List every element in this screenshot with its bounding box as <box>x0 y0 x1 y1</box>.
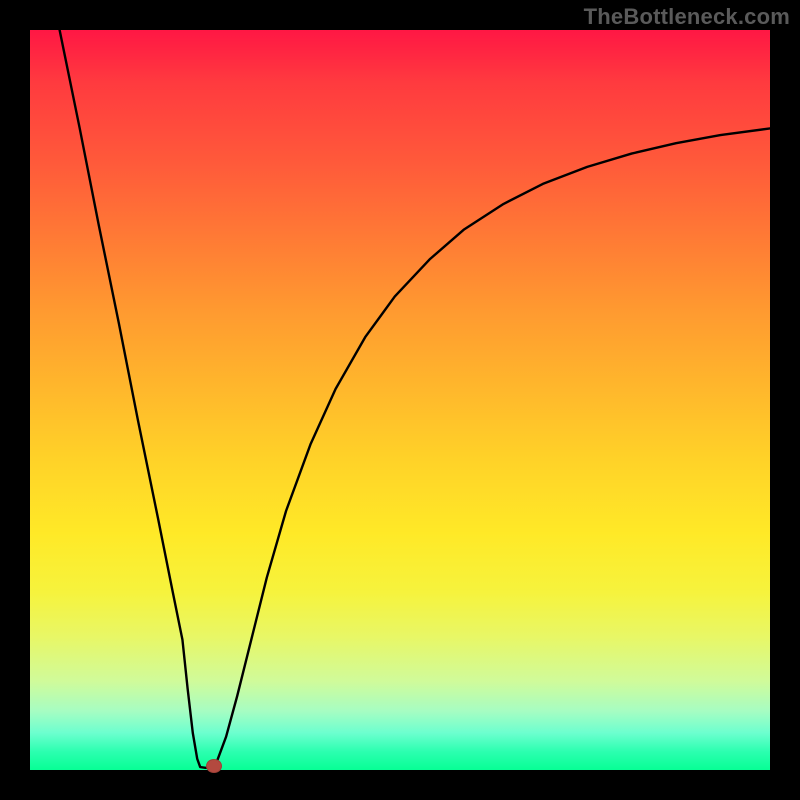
plot-area <box>30 30 770 770</box>
chart-frame: TheBottleneck.com <box>0 0 800 800</box>
line-curve <box>30 30 770 770</box>
curve-minimum-marker <box>206 759 222 773</box>
attribution-text: TheBottleneck.com <box>584 4 790 30</box>
